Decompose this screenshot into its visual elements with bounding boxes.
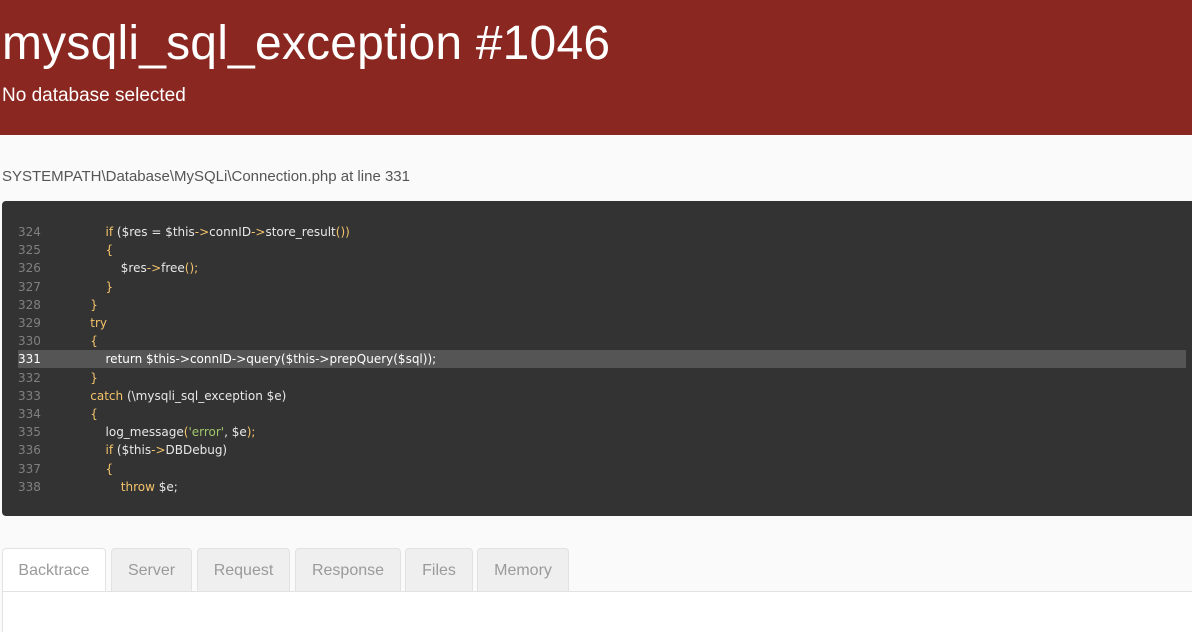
code-token: {	[90, 334, 98, 349]
exception-title: mysqli_sql_exception #1046	[2, 17, 611, 70]
code-line: 337 {	[18, 460, 1186, 478]
code-token: catch	[90, 388, 124, 403]
source-code-block: 324 if ($res = $this->connID->store_resu…	[2, 201, 1192, 516]
code-token: ($this	[113, 443, 152, 458]
file-location: SYSTEMPATH\Database\MySQLi\Connection.ph…	[2, 168, 410, 185]
code-line: 336 if ($this->DBDebug)	[18, 441, 1186, 459]
line-number: 338	[18, 479, 41, 494]
code-token: ->	[251, 225, 266, 239]
code-line: 334 {	[18, 405, 1186, 423]
code-token: connID	[209, 225, 252, 239]
code-line: 333 catch (\mysqli_sql_exception $e)	[18, 387, 1186, 405]
tab-request[interactable]: Request	[197, 548, 290, 591]
code-line: 338 throw $e;	[18, 478, 1186, 496]
line-number: 334	[18, 407, 41, 421]
line-number: 326	[18, 261, 41, 276]
code-token: ($res = $this	[113, 225, 195, 239]
code-line: 327 }	[18, 278, 1186, 296]
code-token: 'error'	[188, 425, 225, 440]
line-number: 329	[18, 316, 41, 330]
code-token: DBDebug)	[165, 443, 228, 458]
code-line: 330 {	[18, 332, 1186, 350]
code-token: log_message	[105, 425, 184, 440]
code-line: 328 }	[18, 296, 1186, 314]
code-token: $e;	[154, 479, 178, 494]
exception-message: No database selected	[2, 85, 186, 106]
code-token: }	[90, 370, 98, 385]
error-header: mysqli_sql_exception #1046 No database s…	[0, 0, 1192, 135]
code-line: 335 log_message('error', $e);	[18, 423, 1186, 441]
code-token: if	[105, 443, 114, 458]
code-token: try	[90, 316, 108, 330]
code-token: ->	[194, 225, 210, 239]
code-token: ->	[146, 261, 162, 276]
code-line: 326 $res->free();	[18, 259, 1186, 277]
code-token: }	[90, 297, 98, 312]
line-number: 328	[18, 297, 41, 312]
code-token: throw	[120, 479, 155, 494]
tab-server[interactable]: Server	[111, 548, 192, 591]
line-number: 324	[18, 225, 41, 239]
line-number: 330	[18, 334, 41, 349]
code-line: 329 try	[18, 314, 1186, 332]
code-line: 325 {	[18, 241, 1186, 259]
line-number: 337	[18, 461, 41, 476]
code-token: }	[105, 279, 114, 294]
code-line: 331 return $this->connID->query($this->p…	[18, 350, 1186, 369]
code-token: ();	[184, 261, 199, 276]
tab-response[interactable]: Response	[295, 548, 401, 591]
tab-memory[interactable]: Memory	[477, 548, 569, 591]
line-number: 333	[18, 388, 41, 403]
line-number: 335	[18, 425, 41, 440]
code-line: 332 }	[18, 369, 1186, 387]
code-token: );	[246, 425, 256, 440]
code-token: if	[105, 225, 114, 239]
code-token: , $e	[224, 425, 247, 440]
code-token: (\mysqli_sql_exception $e)	[123, 388, 287, 403]
code-line: 324 if ($res = $this->connID->store_resu…	[18, 223, 1186, 241]
line-number: 332	[18, 370, 41, 385]
code-token: ())	[335, 225, 350, 239]
code-token: free	[161, 261, 185, 276]
line-number: 336	[18, 443, 41, 458]
code-token: {	[105, 243, 114, 258]
line-number: 327	[18, 279, 41, 294]
line-number: 331	[18, 352, 41, 367]
code-token: return $this->connID->query($this->prepQ…	[105, 352, 437, 367]
tab-backtrace[interactable]: Backtrace	[2, 548, 106, 593]
code-token: {	[105, 461, 114, 476]
tab-files[interactable]: Files	[405, 548, 473, 591]
code-token: $res	[120, 261, 147, 276]
code-token: {	[90, 407, 98, 421]
code-token: store_result	[265, 225, 336, 239]
line-number: 325	[18, 243, 41, 258]
code-token: ->	[151, 443, 166, 458]
